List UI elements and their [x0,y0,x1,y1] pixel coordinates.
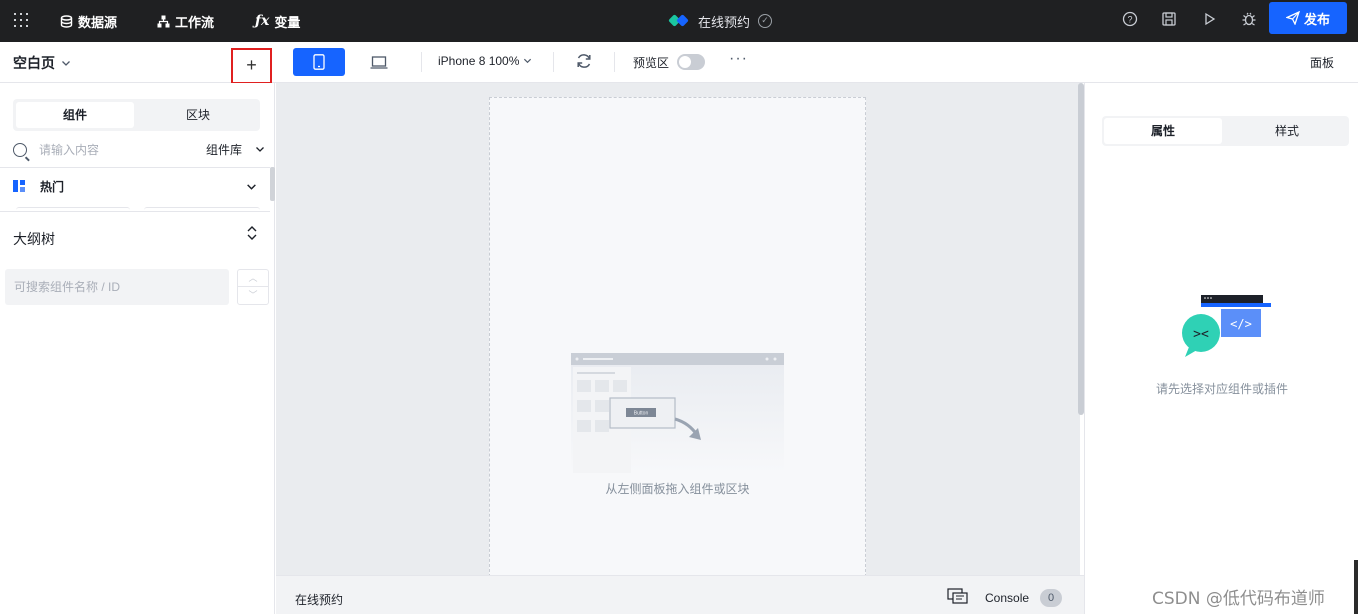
desktop-view-button[interactable] [353,48,405,76]
send-icon [1285,11,1300,25]
step-up-icon[interactable]: ︿ [238,270,268,287]
publish-label: 发布 [1303,11,1330,27]
panel-toggle[interactable]: 面板 [1310,54,1334,71]
app-title-group: 在线预约 ✓ [668,0,773,42]
apps-grid-icon[interactable] [13,12,29,28]
tab-blocks[interactable]: 区块 [139,102,257,128]
step-down-icon[interactable]: ﹀ [238,287,268,304]
nav-datasource[interactable]: 数据源 [60,0,117,42]
illustration-button-label: Button [634,411,649,417]
tab-components[interactable]: 组件 [16,102,134,128]
nav-workflow-label: 工作流 [175,14,215,30]
tab-styles[interactable]: 样式 [1228,118,1346,144]
play-icon[interactable] [1200,11,1218,29]
component-tabs: 组件 区块 [13,99,260,131]
status-bar: 在线预约 Console 0 [276,575,1084,614]
nav-datasource-label: 数据源 [78,14,118,30]
console-button[interactable]: Console [985,591,1029,605]
divider [421,52,422,72]
mobile-icon [313,54,325,70]
mobile-view-button[interactable] [293,48,345,76]
chevron-down-icon [523,58,531,64]
outline-stepper[interactable]: ︿ ﹀ [237,269,269,305]
phone-frame[interactable] [489,97,866,577]
divider [0,167,270,168]
divider [0,211,270,212]
device-zoom-label: iPhone 8 100% [438,54,520,68]
category-hot[interactable]: 热门 [13,176,263,196]
page-name: 空白页 [13,55,55,71]
divider [553,52,554,72]
more-options-icon[interactable]: ··· [729,50,748,68]
svg-text:><: >< [1193,327,1209,342]
tab-properties[interactable]: 属性 [1104,118,1222,144]
outline-search-input[interactable] [5,269,229,305]
watermark: CSDN @低代码布道师 [1152,589,1325,609]
console-count-badge: 0 [1040,589,1062,607]
editor-toolbar: 空白页 iPhone 8 100% 预览区 ··· 面板 [0,42,1358,83]
top-bar: 数据源 工作流 ƒx 变量 在线预约 ✓ ? 发布 [0,0,1358,42]
laptop-icon [370,55,388,69]
component-search-input[interactable] [39,143,189,157]
save-icon[interactable] [1160,11,1178,29]
nav-workflow[interactable]: 工作流 [157,0,214,42]
svg-text:?: ? [1127,15,1132,25]
divider [614,52,615,72]
debug-icon[interactable] [1240,11,1258,29]
category-label: 热门 [40,179,65,194]
category-icon [13,180,25,192]
empty-canvas-illustration: Button [571,353,784,473]
right-panel: 属性 样式 </> >< 请先选择对应组件或插件 [1084,83,1358,614]
outline-tree-title: 大纲树 [13,231,55,247]
left-panel: 组件 区块 组件库 热门 大纲树 ︿ ﹀ [0,83,275,614]
status-app-title: 在线预约 [295,593,344,607]
search-icon [13,143,27,157]
publish-button[interactable]: 发布 [1269,2,1347,34]
nav-variables-label: 变量 [274,14,301,30]
empty-selection-hint: 请先选择对应组件或插件 [1155,382,1288,396]
database-icon [60,14,73,28]
refresh-icon[interactable] [575,52,593,75]
empty-selection-illustration: </> >< [1182,295,1271,357]
library-select[interactable]: 组件库 [206,141,265,158]
expand-collapse-icon[interactable] [246,226,258,243]
library-label: 组件库 [206,143,243,157]
app-logo-icon [668,13,690,29]
property-tabs: 属性 样式 [1102,116,1349,146]
page-selector[interactable]: 空白页 [13,53,71,73]
console-icon[interactable] [947,588,969,604]
workflow-icon [157,15,170,27]
preview-label: 预览区 [633,56,670,70]
scrollbar[interactable] [270,167,275,201]
app-title: 在线预约 [698,14,751,30]
nav-variables[interactable]: ƒx 变量 [255,0,300,42]
device-zoom-select[interactable]: iPhone 8 100% [438,54,532,68]
chevron-down-icon [256,147,265,152]
help-icon[interactable]: ? [1121,11,1139,29]
fx-icon: ƒx [255,13,270,29]
edge-bar [1354,560,1358,614]
svg-text:</>: </> [1230,317,1252,331]
chevron-down-icon [62,61,70,66]
empty-canvas-hint: 从左侧面板拖入组件或区块 [605,482,750,496]
check-circle-icon: ✓ [758,14,773,28]
add-page-button[interactable]: + [231,48,272,84]
preview-toggle[interactable] [677,54,705,70]
chevron-down-icon [247,183,256,190]
